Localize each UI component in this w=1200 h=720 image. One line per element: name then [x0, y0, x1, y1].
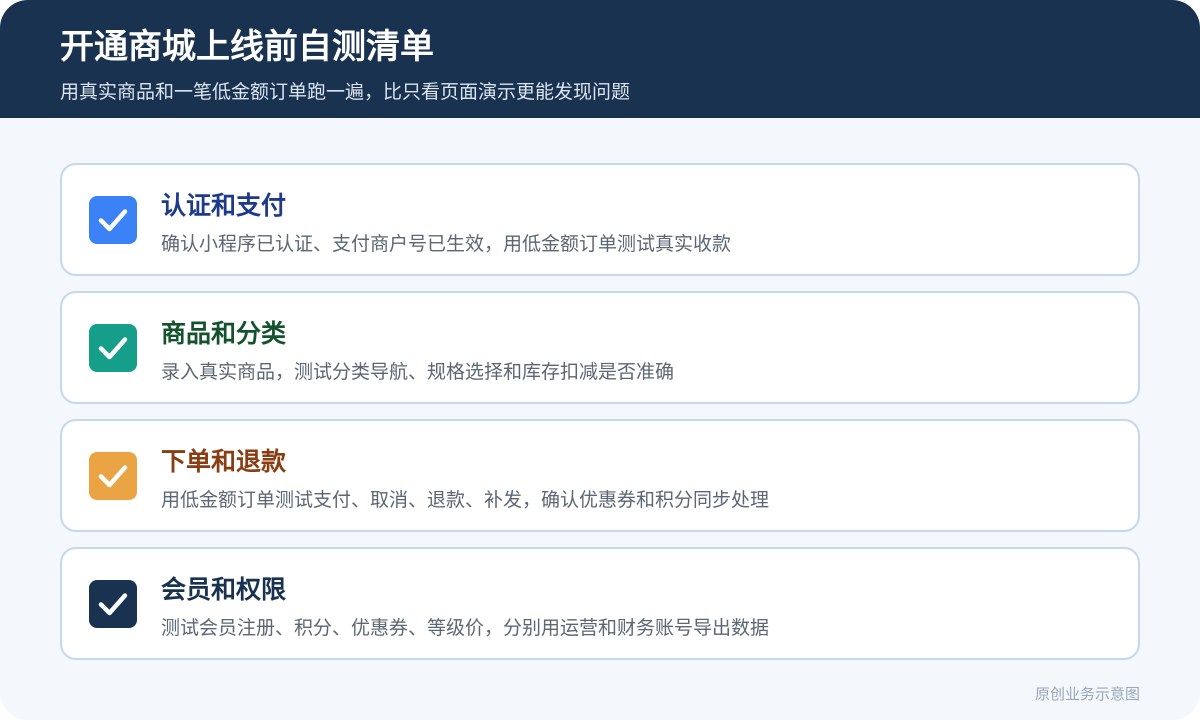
- checklist-item-title: 认证和支付: [161, 191, 287, 220]
- checklist-item-description: 测试会员注册、积分、优惠券、等级价，分别用运营和财务账号导出数据: [161, 617, 770, 639]
- check-icon: [98, 465, 128, 488]
- checklist-page: 开通商城上线前自测清单 用真实商品和一笔低金额订单跑一遍，比只看页面演示更能发现…: [0, 0, 1200, 720]
- checkbox-member-permissions[interactable]: [89, 580, 137, 628]
- checklist-item-member-permissions: 会员和权限 测试会员注册、积分、优惠券、等级价，分别用运营和财务账号导出数据: [60, 547, 1140, 660]
- check-icon: [98, 593, 128, 616]
- checkbox-auth-payment[interactable]: [89, 196, 137, 244]
- checkbox-products-categories[interactable]: [89, 324, 137, 372]
- checkbox-order-refund[interactable]: [89, 452, 137, 500]
- checklist-item-auth-payment: 认证和支付 确认小程序已认证、支付商户号已生效，用低金额订单测试真实收款: [60, 163, 1140, 276]
- checklist-item-order-refund: 下单和退款 用低金额订单测试支付、取消、退款、补发，确认优惠券和积分同步处理: [60, 419, 1140, 532]
- page-title: 开通商城上线前自测清单: [60, 27, 434, 67]
- checklist-item-products-categories: 商品和分类 录入真实商品，测试分类导航、规格选择和库存扣减是否准确: [60, 291, 1140, 404]
- checklist-item-description: 录入真实商品，测试分类导航、规格选择和库存扣减是否准确: [161, 361, 675, 383]
- checklist: 认证和支付 确认小程序已认证、支付商户号已生效，用低金额订单测试真实收款 商品和…: [60, 163, 1140, 675]
- header-banner: 开通商城上线前自测清单 用真实商品和一笔低金额订单跑一遍，比只看页面演示更能发现…: [0, 0, 1200, 118]
- checklist-item-title: 商品和分类: [161, 319, 287, 348]
- checklist-item-title: 会员和权限: [161, 575, 287, 604]
- page-subtitle: 用真实商品和一笔低金额订单跑一遍，比只看页面演示更能发现问题: [60, 81, 631, 103]
- checklist-item-description: 确认小程序已认证、支付商户号已生效，用低金额订单测试真实收款: [161, 233, 732, 255]
- check-icon: [98, 209, 128, 232]
- footer-note: 原创业务示意图: [1034, 685, 1140, 703]
- check-icon: [98, 337, 128, 360]
- checklist-item-description: 用低金额订单测试支付、取消、退款、补发，确认优惠券和积分同步处理: [161, 489, 770, 511]
- checklist-item-title: 下单和退款: [161, 447, 287, 476]
